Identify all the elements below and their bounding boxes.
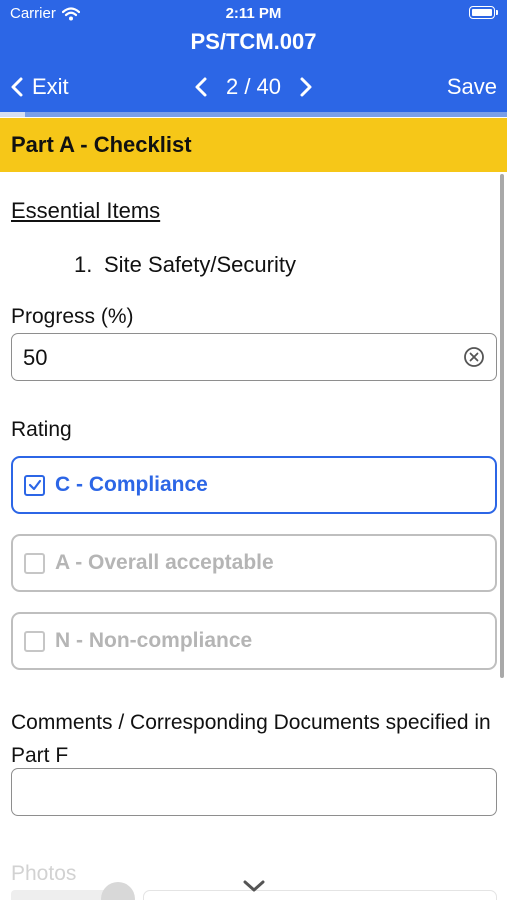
remove-photo-icon[interactable] — [101, 882, 135, 900]
page-title: PS/TCM.007 — [190, 29, 317, 54]
subheading: Essential Items — [11, 198, 161, 223]
item-title: Site Safety/Security — [104, 252, 296, 277]
nav-header: Carrier 2:11 PM PS/TCM.007 Exit 2 / 40 S… — [0, 0, 507, 117]
chevron-right-icon — [300, 77, 312, 97]
page-progress-fill — [0, 112, 26, 117]
battery-icon — [469, 6, 498, 19]
checkbox-checked[interactable] — [24, 474, 45, 496]
rating-option-acceptable[interactable]: A - Overall acceptable — [11, 534, 497, 592]
scrollbar[interactable] — [500, 174, 504, 678]
rating-option-compliance[interactable]: C - Compliance — [11, 456, 497, 514]
comments-label: Comments / Corresponding Documents speci… — [11, 711, 491, 767]
checkbox-unchecked[interactable] — [24, 552, 45, 574]
previous-page-button[interactable] — [194, 76, 208, 98]
progress-input[interactable]: 50 — [11, 333, 497, 381]
next-page-button[interactable] — [299, 76, 313, 98]
section-title: Part A - Checklist — [11, 132, 192, 157]
page-indicator: 2 / 40 — [225, 74, 282, 99]
page-progress-bar — [0, 112, 507, 117]
progress-label: Progress (%) — [11, 305, 134, 328]
rating-option-label: C - Compliance — [55, 473, 208, 496]
chevron-down-icon[interactable] — [240, 876, 268, 896]
save-button[interactable]: Save — [447, 74, 497, 100]
add-photo-slot[interactable] — [143, 890, 497, 900]
rating-option-label: A - Overall acceptable — [55, 551, 274, 574]
photo-thumbnail[interactable] — [11, 890, 111, 900]
checkmark-icon — [28, 479, 41, 491]
section-header: Part A - Checklist — [0, 118, 507, 172]
checkbox-unchecked[interactable] — [24, 630, 45, 652]
status-time: 2:11 PM — [225, 5, 282, 22]
page-navigator: 2 / 40 — [0, 74, 507, 100]
item-number: 1. — [74, 252, 93, 277]
rating-option-label: N - Non-compliance — [55, 629, 253, 652]
progress-value: 50 — [23, 345, 48, 370]
comments-input[interactable] — [11, 768, 497, 816]
clear-circle-icon[interactable] — [463, 346, 485, 368]
photos-label: Photos — [11, 862, 77, 885]
rating-label: Rating — [11, 418, 72, 441]
rating-option-non-compliance[interactable]: N - Non-compliance — [11, 612, 497, 670]
chevron-left-icon — [195, 77, 207, 97]
